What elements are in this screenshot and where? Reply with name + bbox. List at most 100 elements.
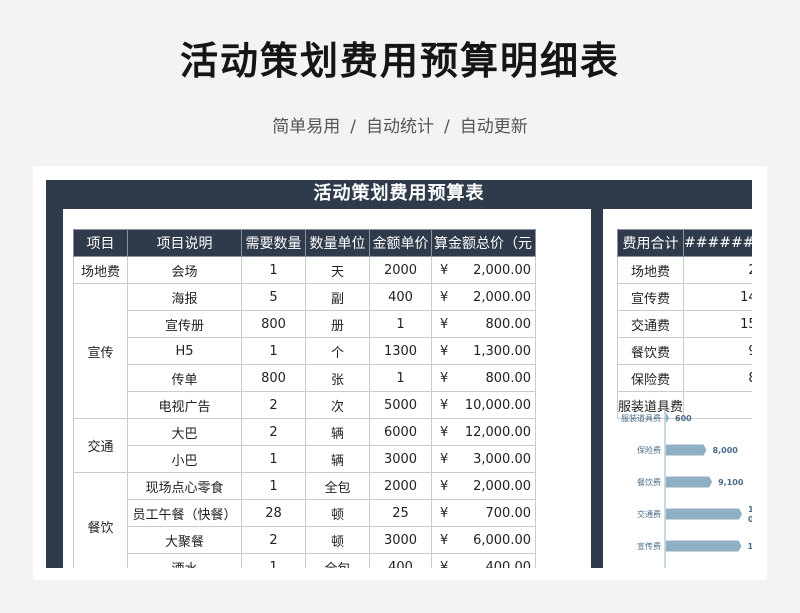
total-cell[interactable]: ¥800.00 — [431, 310, 536, 338]
desc-cell[interactable]: 电视广告 — [127, 391, 242, 419]
total-cell[interactable]: ¥10,000.00 — [431, 391, 536, 419]
summary-label[interactable]: 餐饮费 — [616, 337, 685, 365]
summary-label[interactable]: 场地费 — [616, 256, 685, 284]
unit-cell[interactable]: 册 — [305, 310, 370, 338]
desc-cell[interactable]: 员工午餐（快餐） — [127, 499, 242, 527]
summary-value[interactable]: 2,000 — [683, 256, 752, 284]
unit-cell[interactable]: 副 — [305, 283, 370, 311]
currency-symbol: ¥ — [440, 532, 449, 548]
spreadsheet: 活动策划费用预算表 项目 项目说明 需要数量 数量单位 金额单价 算金额总价（元… — [46, 180, 752, 568]
unit-cell[interactable]: 次 — [305, 391, 370, 419]
unit-cell[interactable]: 个 — [305, 337, 370, 365]
table-row: 场地费 会场 1 天 2000 ¥2,000.00 — [73, 256, 536, 284]
total-value: ¥10,000.00 — [433, 397, 535, 413]
price-cell[interactable]: 3000 — [369, 526, 432, 554]
unit-cell[interactable]: 顿 — [305, 499, 370, 527]
qty-cell[interactable]: 1 — [241, 445, 306, 473]
unit-cell[interactable]: 顿 — [305, 526, 370, 554]
total-cell[interactable]: ¥400.00 — [431, 553, 536, 569]
total-cell[interactable]: ¥1,300.00 — [431, 337, 536, 365]
price-cell[interactable]: 400 — [369, 553, 432, 568]
qty-cell[interactable]: 1 — [241, 256, 306, 284]
col-header: 数量单位 — [305, 229, 370, 257]
price-cell[interactable]: 5000 — [369, 391, 432, 419]
amount: 12,000.00 — [464, 424, 531, 440]
unit-cell[interactable]: 辆 — [305, 418, 370, 446]
unit-cell[interactable]: 全包 — [305, 553, 370, 568]
chart-data-label: 15,000 — [748, 505, 752, 524]
total-value: ¥700.00 — [433, 505, 535, 521]
category-cell[interactable]: 宣传 — [73, 283, 128, 419]
desc-cell[interactable]: 传单 — [127, 364, 242, 392]
qty-cell[interactable]: 1 — [241, 553, 306, 568]
sheet-title: 活动策划费用预算表 — [313, 183, 485, 204]
qty-cell[interactable]: 2 — [241, 418, 306, 446]
price-cell[interactable]: 3000 — [369, 445, 432, 473]
col-header: 项目 — [73, 229, 128, 257]
total-cell[interactable]: ¥2,000.00 — [431, 472, 536, 500]
qty-cell[interactable]: 800 — [241, 310, 306, 338]
qty-cell[interactable]: 800 — [241, 364, 306, 392]
total-cell[interactable]: ¥3,000.00 — [431, 445, 536, 473]
desc-cell[interactable]: H5 — [127, 337, 242, 365]
total-cell[interactable]: ¥2,000.00 — [431, 256, 536, 284]
desc-cell[interactable]: 小巴 — [127, 445, 242, 473]
unit-cell[interactable]: 天 — [305, 256, 370, 284]
qty-cell[interactable]: 28 — [241, 499, 306, 527]
price-cell[interactable]: 1 — [369, 364, 432, 392]
desc-cell[interactable]: 海报 — [127, 283, 242, 311]
chart-bar — [666, 444, 707, 456]
desc-cell[interactable]: 大巴 — [127, 418, 242, 446]
summary-value[interactable]: 9,100 — [683, 337, 752, 365]
summary-panel: 费用合计 ######### 场地费2,000宣传费14,900交通费15,00… — [603, 209, 752, 568]
qty-cell[interactable]: 1 — [241, 472, 306, 500]
summary-value[interactable]: 8,000 — [683, 364, 752, 392]
total-cell[interactable]: ¥800.00 — [431, 364, 536, 392]
total-value: ¥6,000.00 — [433, 532, 535, 548]
qty-cell[interactable]: 2 — [241, 526, 306, 554]
summary-row: 场地费2,000 — [616, 256, 752, 284]
amount: 3,000.00 — [473, 451, 531, 467]
category-cell[interactable]: 餐饮 — [73, 472, 128, 568]
price-cell[interactable]: 1300 — [369, 337, 432, 365]
category-cell[interactable]: 场地费 — [73, 256, 128, 284]
summary-value[interactable]: 15,000 — [683, 310, 752, 338]
total-cell[interactable]: ¥6,000.00 — [431, 526, 536, 554]
table-row: 传单 800 张 1 ¥800.00 — [74, 364, 536, 392]
desc-cell[interactable]: 大聚餐 — [127, 526, 242, 554]
total-value: ¥2,000.00 — [433, 263, 535, 278]
total-cell[interactable]: ¥2,000.00 — [431, 283, 536, 311]
price-cell[interactable]: 2000 — [369, 256, 432, 284]
summary-label[interactable]: 保险费 — [616, 364, 685, 392]
desc-cell[interactable]: 会场 — [127, 256, 242, 284]
summary-row: 交通费15,000 — [616, 310, 752, 338]
price-cell[interactable]: 6000 — [369, 418, 432, 446]
unit-cell[interactable]: 全包 — [305, 472, 370, 500]
desc-cell[interactable]: 现场点心零食 — [127, 472, 242, 500]
summary-value[interactable]: 14,900 — [683, 283, 752, 311]
unit-cell[interactable]: 辆 — [305, 445, 370, 473]
unit-cell[interactable]: 张 — [305, 364, 370, 392]
chart-data-label: 14,90 — [747, 542, 752, 551]
currency-symbol: ¥ — [440, 559, 449, 569]
total-cell[interactable]: ¥700.00 — [431, 499, 536, 527]
currency-symbol: ¥ — [440, 397, 449, 413]
total-cell[interactable]: ¥12,000.00 — [431, 418, 536, 446]
price-cell[interactable]: 2000 — [369, 472, 432, 500]
qty-cell[interactable]: 2 — [241, 391, 306, 419]
price-cell[interactable]: 25 — [369, 499, 432, 527]
category-cell[interactable]: 交通 — [73, 418, 128, 473]
summary-label[interactable]: 交通费 — [616, 310, 685, 338]
col-header: 需要数量 — [241, 229, 306, 257]
qty-cell[interactable]: 1 — [241, 337, 306, 365]
price-cell[interactable]: 1 — [369, 310, 432, 338]
budget-table: 项目 项目说明 需要数量 数量单位 金额单价 算金额总价（元 场地费 会场 1 天 20… — [73, 229, 536, 568]
desc-cell[interactable]: 酒水 — [127, 553, 242, 568]
qty-cell[interactable]: 5 — [241, 283, 306, 311]
chart-category-label: 餐饮费 — [637, 477, 661, 487]
desc-cell[interactable]: 宣传册 — [127, 310, 242, 338]
summary-table: 费用合计 ######### 场地费2,000宣传费14,900交通费15,00… — [616, 229, 752, 419]
amount: 700.00 — [485, 505, 532, 521]
price-cell[interactable]: 400 — [369, 283, 432, 311]
summary-label[interactable]: 宣传费 — [616, 283, 685, 311]
